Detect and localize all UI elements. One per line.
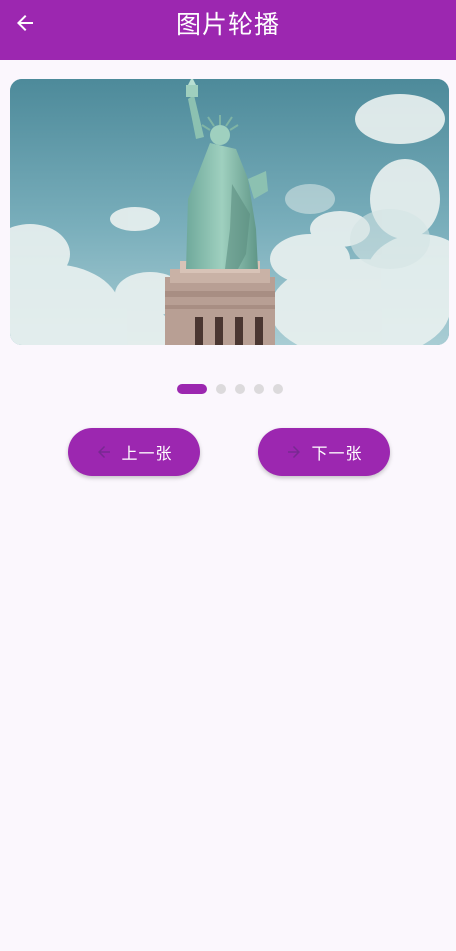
image-carousel[interactable] xyxy=(10,79,449,345)
indicator-dot-2[interactable] xyxy=(216,384,226,394)
indicator-dot-4[interactable] xyxy=(254,384,264,394)
next-button[interactable]: 下一张 xyxy=(258,428,390,476)
arrow-left-icon xyxy=(95,443,113,461)
previous-button[interactable]: 上一张 xyxy=(68,428,200,476)
indicator-dot-1[interactable] xyxy=(177,384,207,394)
previous-button-label: 上一张 xyxy=(121,444,173,463)
next-button-label: 下一张 xyxy=(311,444,363,463)
page-title: 图片轮播 xyxy=(175,10,280,39)
app-bar: 图片轮播 xyxy=(0,0,456,60)
arrow-right-icon xyxy=(285,443,303,461)
carousel-image xyxy=(10,79,449,345)
carousel-indicator xyxy=(0,384,456,394)
indicator-dot-3[interactable] xyxy=(235,384,245,394)
indicator-dot-5[interactable] xyxy=(273,384,283,394)
